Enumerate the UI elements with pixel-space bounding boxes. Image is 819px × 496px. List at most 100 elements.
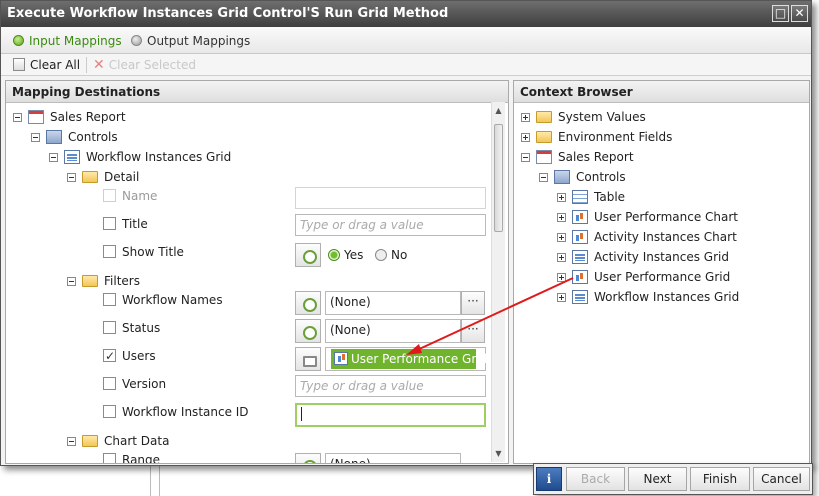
back-button[interactable]: Back	[566, 467, 625, 491]
clear-selected-label: Clear Selected	[108, 58, 196, 72]
title-label: Title	[122, 217, 148, 231]
expand-icon[interactable]	[557, 293, 566, 302]
collapse-icon[interactable]	[539, 173, 548, 182]
expand-icon[interactable]	[557, 253, 566, 262]
radio-yes-icon[interactable]	[328, 249, 340, 261]
workflow-instance-id-checkbox[interactable]	[103, 405, 116, 418]
table-icon	[572, 190, 588, 204]
title-checkbox[interactable]	[103, 217, 116, 230]
tab-output-label: Output Mappings	[147, 34, 251, 48]
version-checkbox[interactable]	[103, 377, 116, 390]
collapse-icon[interactable]	[67, 437, 76, 446]
ctx-system-values[interactable]: System Values	[521, 108, 646, 126]
tree-label: Activity Instances Grid	[594, 250, 729, 264]
tab-output-mappings[interactable]: Output Mappings	[131, 33, 250, 49]
tree-label: Environment Fields	[558, 130, 673, 144]
mapping-tabs: Input Mappings Output Mappings	[1, 27, 811, 54]
tree-label: User Performance Chart	[594, 210, 738, 224]
name-checkbox[interactable]	[103, 189, 116, 202]
ctx-workflow-instances-grid[interactable]: Workflow Instances Grid	[557, 288, 739, 306]
tree-label: Detail	[104, 170, 140, 184]
chart-icon	[572, 210, 588, 224]
tree-node-detail[interactable]: Detail	[67, 168, 139, 186]
collapse-icon[interactable]	[67, 173, 76, 182]
tree-node-chart-data[interactable]: Chart Data	[67, 432, 169, 450]
status-field[interactable]: (None)	[325, 319, 461, 343]
show-title-map-button[interactable]	[295, 243, 321, 267]
workflow-names-checkbox[interactable]	[103, 293, 116, 306]
tree-node-filters[interactable]: Filters	[67, 272, 140, 290]
ctx-controls[interactable]: Controls	[539, 168, 626, 186]
range-field[interactable]: (None)	[325, 453, 461, 463]
show-title-checkbox[interactable]	[103, 245, 116, 258]
range-checkbox[interactable]	[103, 453, 116, 463]
maximize-icon[interactable]: □	[772, 5, 789, 22]
ctx-table[interactable]: Table	[557, 188, 625, 206]
tree-node-sales-report[interactable]: Sales Report	[13, 108, 126, 126]
ctx-user-performance-grid[interactable]: User Performance Grid	[557, 268, 730, 286]
collapse-icon[interactable]	[49, 153, 58, 162]
collapse-icon[interactable]	[67, 277, 76, 286]
ctx-user-performance-chart[interactable]: User Performance Chart	[557, 208, 738, 226]
tree-node-controls[interactable]: Controls	[31, 128, 118, 146]
users-map-button[interactable]	[295, 347, 321, 371]
toolbar-divider	[86, 57, 87, 73]
scroll-down-icon[interactable]: ▼	[492, 447, 505, 460]
expand-icon[interactable]	[521, 113, 530, 122]
status-browse-button[interactable]: ···	[461, 319, 485, 343]
workflow-names-field[interactable]: (None)	[325, 291, 461, 315]
next-button[interactable]: Next	[628, 467, 687, 491]
row-status: Status	[103, 319, 160, 337]
expand-icon[interactable]	[557, 193, 566, 202]
close-icon[interactable]: ✕	[791, 5, 808, 22]
tab-input-mappings[interactable]: Input Mappings	[13, 33, 122, 49]
clear-selected-button[interactable]: ✕ Clear Selected	[93, 57, 196, 73]
collapse-icon[interactable]	[13, 113, 22, 122]
folder-open-icon	[82, 275, 98, 287]
cancel-button[interactable]: Cancel	[753, 467, 810, 491]
expand-icon[interactable]	[557, 273, 566, 282]
mapping-scrollbar[interactable]: ▲ ▼	[491, 102, 505, 462]
tree-label: Workflow Instances Grid	[86, 150, 232, 164]
expand-icon[interactable]	[557, 233, 566, 242]
collapse-icon[interactable]	[521, 153, 530, 162]
workflow-names-browse-button[interactable]: ···	[461, 291, 485, 315]
users-mapped-value[interactable]: User Performance Grid	[331, 349, 487, 369]
collapse-icon[interactable]	[31, 133, 40, 142]
mapped-value-label: User Performance Grid	[351, 352, 488, 366]
version-field[interactable]: Type or drag a value	[295, 375, 486, 397]
tree-node-workflow-instances-grid[interactable]: Workflow Instances Grid	[49, 148, 231, 166]
ctx-activity-instances-grid[interactable]: Activity Instances Grid	[557, 248, 729, 266]
wizard-footer: i Back Next Finish Cancel	[533, 463, 813, 495]
show-title-no-option[interactable]: No	[375, 246, 407, 264]
finish-button[interactable]: Finish	[690, 467, 750, 491]
workflow-instance-id-field[interactable]	[295, 403, 486, 427]
title-field[interactable]: Type or drag a value	[295, 214, 486, 236]
workflow-names-map-button[interactable]	[295, 291, 321, 315]
scroll-thumb[interactable]	[494, 124, 503, 232]
row-workflow-names: Workflow Names	[103, 291, 223, 309]
radio-no-icon[interactable]	[375, 249, 387, 261]
dialog-titlebar: Execute Workflow Instances Grid Control'…	[1, 1, 811, 27]
ctx-environment-fields[interactable]: Environment Fields	[521, 128, 672, 146]
clear-all-button[interactable]: Clear All	[13, 57, 80, 73]
folder-open-icon	[82, 435, 98, 447]
status-map-button[interactable]	[295, 319, 321, 343]
name-field[interactable]	[295, 187, 486, 209]
show-title-yes-option[interactable]: Yes	[328, 246, 363, 264]
users-checkbox[interactable]	[103, 347, 116, 365]
context-browser-header: Context Browser	[514, 81, 809, 103]
expand-icon[interactable]	[521, 133, 530, 142]
workflow-names-label: Workflow Names	[122, 293, 223, 307]
dialog-title: Execute Workflow Instances Grid Control'…	[7, 6, 449, 21]
range-map-button[interactable]	[295, 453, 321, 463]
tree-label: Activity Instances Chart	[594, 230, 737, 244]
ctx-activity-instances-chart[interactable]: Activity Instances Chart	[557, 228, 737, 246]
scroll-up-icon[interactable]: ▲	[492, 104, 505, 117]
expand-icon[interactable]	[557, 213, 566, 222]
status-checkbox[interactable]	[103, 321, 116, 334]
grid-icon	[572, 290, 588, 304]
row-range: Range	[103, 451, 160, 463]
ctx-sales-report[interactable]: Sales Report	[521, 148, 634, 166]
info-icon[interactable]: i	[536, 467, 562, 491]
